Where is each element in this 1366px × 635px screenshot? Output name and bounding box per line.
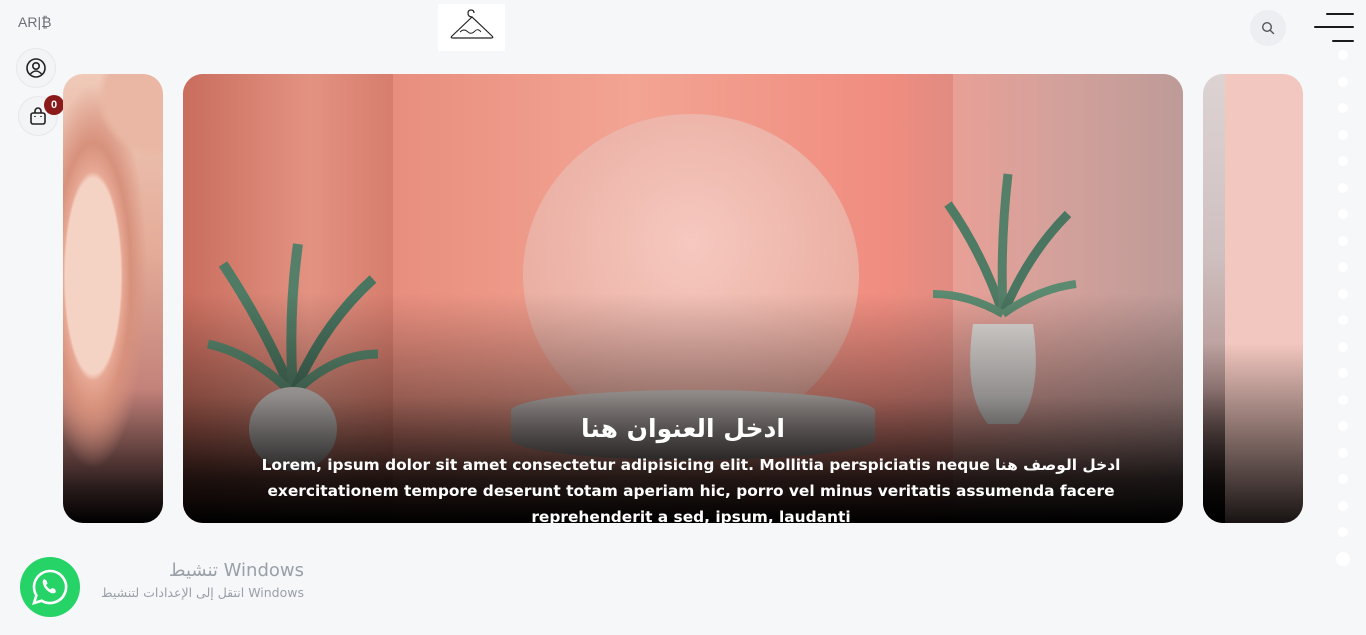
- pagination-dot[interactable]: [1338, 235, 1348, 246]
- pagination-dot[interactable]: [1338, 394, 1348, 405]
- menu-line: [1314, 26, 1354, 28]
- pagination-dot[interactable]: [1338, 129, 1348, 140]
- pagination-dot[interactable]: [1338, 315, 1348, 325]
- pagination-dot[interactable]: [1338, 368, 1348, 378]
- pagination-dot[interactable]: [1338, 209, 1348, 219]
- menu-line: [1332, 40, 1354, 42]
- pagination-dot[interactable]: [1338, 103, 1348, 113]
- hamburger-menu-icon: [1326, 13, 1354, 15]
- watermark-subtitle: انتقل إلى الإعدادات لتنشيط Windows: [101, 585, 304, 600]
- pagination-dot[interactable]: [1338, 262, 1348, 272]
- whatsapp-button[interactable]: [20, 557, 80, 617]
- pagination-dot[interactable]: [1338, 341, 1348, 352]
- pagination-dot[interactable]: [1338, 474, 1348, 484]
- pagination-dot[interactable]: [1338, 288, 1348, 299]
- pagination-dot[interactable]: [1338, 500, 1348, 511]
- language-switch[interactable]: AR|₿: [18, 14, 51, 30]
- hanger-logo-icon: [450, 8, 493, 39]
- brand-logo[interactable]: [438, 4, 505, 51]
- windows-activation-watermark: تنشيط Windows انتقل إلى الإعدادات لتنشيط…: [101, 560, 304, 600]
- pagination-dot[interactable]: [1338, 50, 1348, 60]
- pagination-dot[interactable]: [1338, 447, 1348, 458]
- slide-previous[interactable]: [63, 74, 163, 523]
- pagination-dot-active[interactable]: [1336, 551, 1350, 566]
- slide-title: ادخل العنوان هنا: [581, 414, 785, 443]
- hamburger-menu-button[interactable]: [1312, 12, 1354, 44]
- pagination-dot[interactable]: [1338, 421, 1348, 431]
- whatsapp-icon: [32, 569, 68, 605]
- slide-description: ادخل الوصف هنا Lorem, ipsum dolor sit am…: [261, 456, 1121, 523]
- cart-count-badge: 0: [44, 95, 64, 115]
- slide-current[interactable]: ادخل العنوان هنا ادخل الوصف هنا Lorem, i…: [183, 74, 1183, 523]
- search-icon: [1261, 21, 1275, 35]
- search-button[interactable]: [1250, 10, 1286, 46]
- watermark-title: تنشيط Windows: [168, 560, 304, 581]
- account-button[interactable]: [16, 48, 56, 88]
- pagination-dot[interactable]: [1338, 156, 1348, 166]
- pagination-dot[interactable]: [1338, 527, 1348, 537]
- slide-next[interactable]: [1203, 74, 1303, 523]
- pagination-dot[interactable]: [1338, 76, 1348, 87]
- pagination-dot[interactable]: [1338, 182, 1348, 193]
- user-circle-icon: [26, 58, 46, 78]
